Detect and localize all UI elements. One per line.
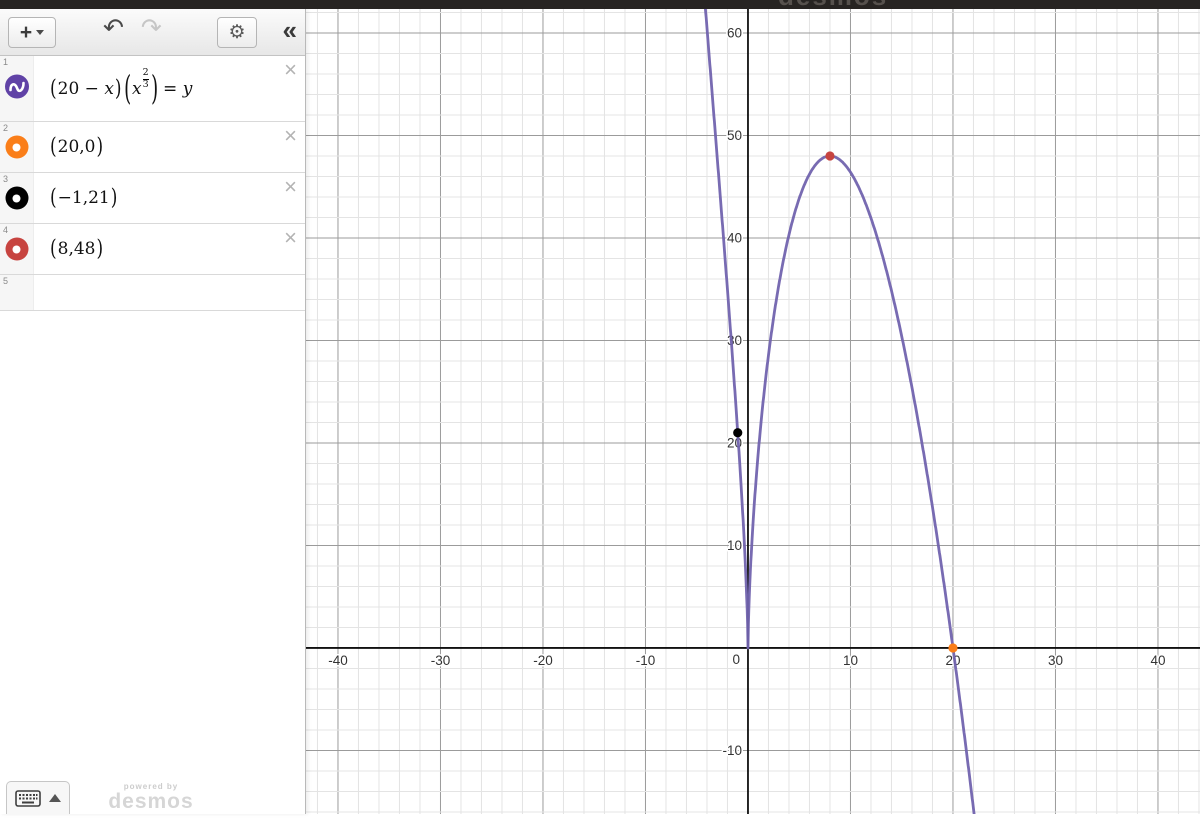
powered-by-desmos-watermark: powered by desmos <box>103 783 199 813</box>
add-expression-button[interactable]: + <box>8 17 56 48</box>
point-expression-icon[interactable] <box>5 186 28 210</box>
expression-content[interactable]: (20 − x)(x 2 3) = y <box>34 56 305 121</box>
close-icon[interactable]: × <box>284 125 297 147</box>
desmos-brand-text: desmos <box>778 0 888 9</box>
axis-tick-label: 10 <box>843 653 858 668</box>
expression-row[interactable]: 2 (20,0) × <box>0 122 305 173</box>
expression-row[interactable]: 4 (8,48) × <box>0 224 305 275</box>
expression-panel: + ↶ ↷ ⚙ « 1 (20 − x)(x 2 3) = y × 2 (20,0) … <box>0 9 306 814</box>
point-expression-icon[interactable] <box>5 237 28 261</box>
watermark-desmos: desmos <box>108 790 194 813</box>
axis-tick-label: -40 <box>328 653 348 668</box>
point-expression-icon[interactable] <box>5 135 28 159</box>
browser-top-bar: desmos <box>0 0 1200 9</box>
axis-tick-label: 60 <box>727 25 742 40</box>
row-number: 5 <box>3 276 9 286</box>
collapse-panel-button[interactable]: « <box>283 15 297 46</box>
expression-gutter[interactable]: 5 <box>0 275 34 310</box>
undo-redo-group: ↶ ↷ <box>103 13 162 43</box>
expression-content[interactable]: (−1,21) <box>34 173 305 223</box>
row-number: 4 <box>3 225 9 235</box>
expression-row[interactable]: 3 (−1,21) × <box>0 173 305 224</box>
expression-row[interactable]: 5 <box>0 275 305 311</box>
axis-tick-label: -10 <box>722 743 742 758</box>
axis-tick-label: 50 <box>727 128 742 143</box>
point-color-dot <box>5 186 28 210</box>
axis-tick-label: 30 <box>727 333 742 348</box>
expression-row[interactable]: 1 (20 − x)(x 2 3) = y × <box>0 56 305 122</box>
axis-tick-label: -20 <box>533 653 553 668</box>
expression-gutter[interactable]: 2 <box>0 122 34 172</box>
expression-content[interactable]: (20,0) <box>34 122 305 172</box>
graph-paper[interactable]: -40 -30 -20 -10 0 10 20 30 40 60 50 40 30 20 10 -10 <box>306 0 1200 819</box>
point-color-dot <box>5 237 28 261</box>
expression-content[interactable]: (8,48) <box>34 224 305 274</box>
plotted-point[interactable] <box>825 151 835 161</box>
keyboard-toggle-button[interactable] <box>6 781 70 814</box>
keyboard-icon <box>15 789 41 807</box>
plus-icon: + <box>19 21 33 44</box>
expression-list: 1 (20 − x)(x 2 3) = y × 2 (20,0) × 3 (−1,21… <box>0 56 305 311</box>
gear-icon: ⚙ <box>228 22 246 43</box>
axis-tick-label: 40 <box>1150 653 1165 668</box>
expression-toolbar: + ↶ ↷ ⚙ « <box>0 9 305 56</box>
curve-expression-icon[interactable] <box>4 74 29 104</box>
close-icon[interactable]: × <box>284 176 297 198</box>
axis-tick-label: 10 <box>727 538 742 553</box>
chevron-down-icon <box>36 30 45 35</box>
point-color-dot <box>5 135 28 159</box>
expression-gutter[interactable]: 3 <box>0 173 34 223</box>
plotted-point[interactable] <box>733 428 743 438</box>
graph-svg[interactable]: -40 -30 -20 -10 0 10 20 30 40605040302010-10 <box>306 0 1200 819</box>
axis-tick-label: -30 <box>431 653 451 668</box>
row-number: 2 <box>3 123 9 133</box>
row-number: 3 <box>3 174 9 184</box>
arrow-up-icon <box>49 794 61 802</box>
close-icon[interactable]: × <box>284 59 297 81</box>
plotted-point[interactable] <box>948 643 958 653</box>
axis-tick-label: -10 <box>636 653 656 668</box>
undo-icon[interactable]: ↶ <box>103 14 124 42</box>
expression-content[interactable] <box>34 275 305 310</box>
expression-gutter[interactable]: 1 <box>0 56 34 121</box>
expression-gutter[interactable]: 4 <box>0 224 34 274</box>
row-number: 1 <box>3 57 9 67</box>
axis-tick-label: 40 <box>727 230 742 245</box>
axis-tick-label: 0 <box>732 652 740 667</box>
close-icon[interactable]: × <box>284 227 297 249</box>
axis-tick-label: 30 <box>1048 653 1063 668</box>
redo-icon[interactable]: ↷ <box>141 14 162 42</box>
graph-settings-button[interactable]: ⚙ <box>217 17 257 48</box>
